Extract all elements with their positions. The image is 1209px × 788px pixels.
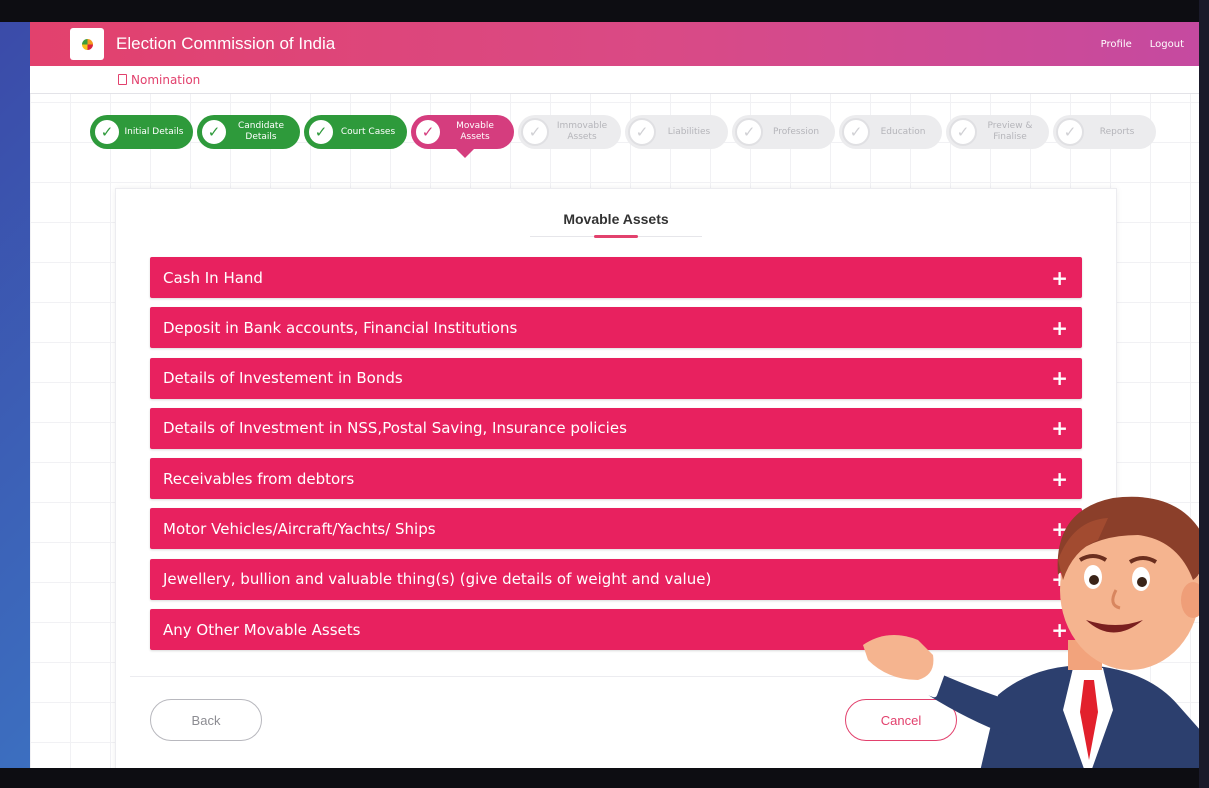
title-underline [530,235,702,238]
step-label: Immovable Assets [556,121,608,142]
page-title: Movable Assets [563,211,669,227]
accordion-item-label: Motor Vehicles/Aircraft/Yachts/ Ships [163,519,436,538]
accordion-item-label: Deposit in Bank accounts, Financial Inst… [163,318,518,337]
step-liabilities[interactable]: ✓ Liabilities [625,115,728,149]
step-court-cases[interactable]: ✓ Court Cases [304,115,407,149]
check-icon: ✓ [628,118,656,146]
breadcrumb: Nomination [30,66,1200,94]
app-title: Election Commission of India [116,34,336,53]
accordion-item[interactable]: Cash In Hand + [150,257,1082,298]
step-profession[interactable]: ✓ Profession [732,115,835,149]
breadcrumb-nomination[interactable]: Nomination [131,73,200,87]
step-label: Preview & Finalise [987,121,1033,142]
check-icon: ✓ [735,118,763,146]
step-education[interactable]: ✓ Education [839,115,942,149]
step-candidate-details[interactable]: ✓ Candidate Details [197,115,300,149]
eci-logo-icon [70,28,104,60]
check-icon: ✓ [93,118,121,146]
step-label: Education [880,126,926,137]
screen-frame-right [1199,0,1209,788]
check-icon: ✓ [521,118,549,146]
step-label: Profession [772,126,820,137]
accordion-item-label: Details of Investment in NSS,Postal Savi… [163,419,627,438]
accordion-item-label: Cash In Hand [163,268,263,287]
document-icon [118,74,127,85]
accordion-item-label: Details of Investement in Bonds [163,369,403,388]
app-header: Election Commission of India Profile Log… [30,22,1200,66]
screen-frame-bottom [0,768,1209,788]
profile-link[interactable]: Profile [1101,39,1132,50]
presenter-illustration [863,496,1209,788]
step-label: Movable Assets [456,121,494,142]
back-button[interactable]: Back [150,699,262,741]
accordion-item-label: Jewellery, bullion and valuable thing(s)… [163,570,712,589]
step-movable-assets[interactable]: ✓ Movable Assets [411,115,514,158]
step-label: Initial Details [124,126,184,137]
step-reports[interactable]: ✓ Reports [1053,115,1156,149]
check-icon: ✓ [414,118,442,146]
accordion-item[interactable]: Details of Investement in Bonds + [150,357,1082,399]
step-initial-details[interactable]: ✓ Initial Details [90,115,193,149]
logout-link[interactable]: Logout [1150,39,1184,50]
plus-icon[interactable]: + [1051,418,1068,438]
progress-stepper: ✓ Initial Details ✓ Candidate Details ✓ Court… [90,115,1156,158]
step-label: Reports [1099,126,1135,137]
screen-frame-top [0,0,1209,22]
plus-icon[interactable]: + [1051,268,1068,288]
plus-icon[interactable]: + [1051,318,1068,338]
accordion-item-label: Receivables from debtors [163,469,355,488]
check-icon: ✓ [842,118,870,146]
check-icon: ✓ [307,118,335,146]
plus-icon[interactable]: + [1051,368,1068,388]
step-preview-finalise[interactable]: ✓ Preview & Finalise [946,115,1049,149]
step-label: Liabilities [667,126,711,137]
accordion-item[interactable]: Details of Investment in NSS,Postal Savi… [150,407,1082,449]
check-icon: ✓ [949,118,977,146]
check-icon: ✓ [1056,118,1084,146]
accordion-item[interactable]: Deposit in Bank accounts, Financial Inst… [150,307,1082,349]
step-label: Court Cases [340,126,396,137]
step-immovable-assets[interactable]: ✓ Immovable Assets [518,115,621,149]
accordion-item-label: Any Other Movable Assets [163,620,361,639]
check-icon: ✓ [200,118,228,146]
step-label: Candidate Details [237,121,284,142]
